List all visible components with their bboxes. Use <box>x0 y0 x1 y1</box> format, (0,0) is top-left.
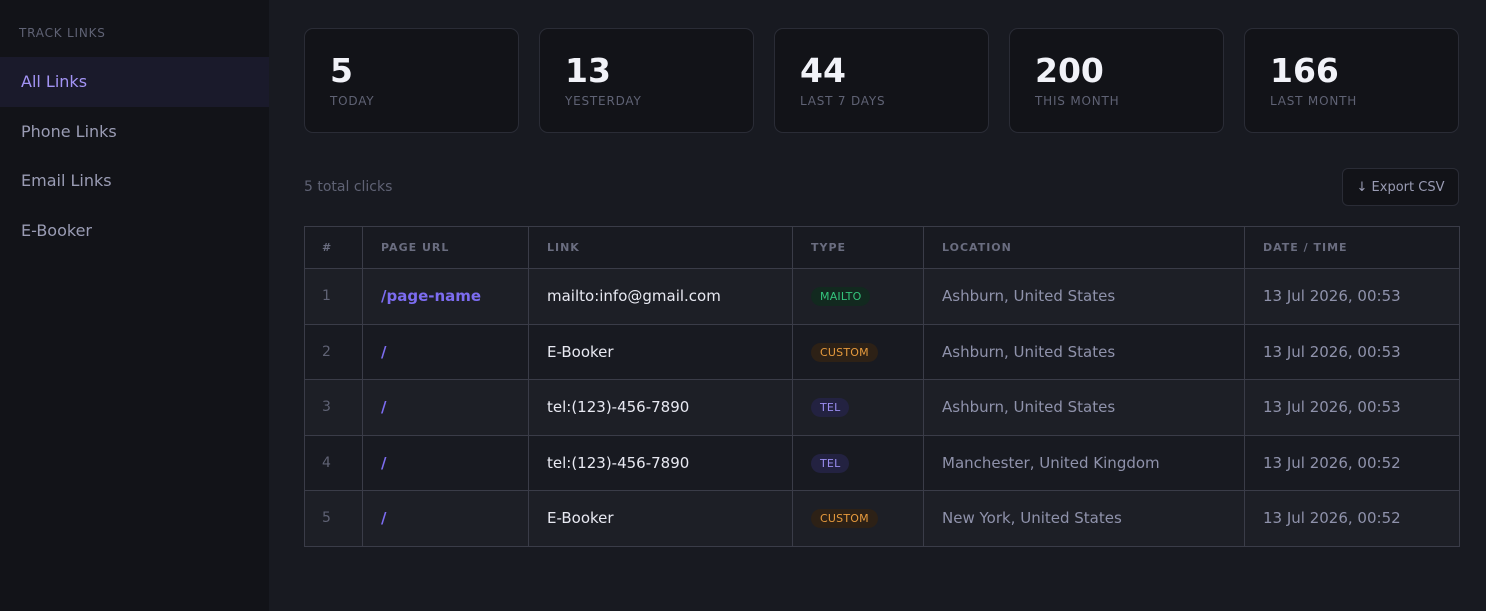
table-header-row: # PAGE URL LINK TYPE LOCATION DATE / TIM… <box>304 226 1460 269</box>
row-page-url[interactable]: / <box>362 490 529 547</box>
sidebar-item-phone-links[interactable]: Phone Links <box>0 107 269 157</box>
table-row: 3 / tel:(123)-456-7890 TEL Ashburn, Unit… <box>304 379 1460 436</box>
sidebar: TRACK LINKS All Links Phone Links Email … <box>0 0 269 611</box>
row-location: Ashburn, United States <box>923 268 1245 325</box>
row-location: New York, United States <box>923 490 1245 547</box>
stat-card-this-month: 200 THIS MONTH <box>1009 28 1224 133</box>
type-badge: MAILTO <box>811 287 871 307</box>
main-content: 5 TODAY 13 YESTERDAY 44 LAST 7 DAYS 200 … <box>269 0 1486 611</box>
row-location: Ashburn, United States <box>923 323 1245 380</box>
row-type-cell: TEL <box>792 379 924 436</box>
row-link: mailto:info@gmail.com <box>528 268 793 325</box>
type-badge: CUSTOM <box>811 509 878 529</box>
row-page-url[interactable]: / <box>362 323 529 380</box>
type-badge: TEL <box>811 398 850 418</box>
stat-value: 44 <box>800 51 846 90</box>
row-datetime: 13 Jul 2026, 00:52 <box>1244 434 1460 491</box>
col-header-page-url: PAGE URL <box>362 226 529 269</box>
row-link: E-Booker <box>528 323 793 380</box>
row-link: E-Booker <box>528 490 793 547</box>
type-badge: CUSTOM <box>811 342 878 362</box>
col-header-index: # <box>304 226 363 269</box>
total-clicks-text: 5 total clicks <box>304 179 393 195</box>
stat-value: 200 <box>1035 51 1104 90</box>
row-page-url[interactable]: / <box>362 434 529 491</box>
row-datetime: 13 Jul 2026, 00:53 <box>1244 268 1460 325</box>
table-row: 5 / E-Booker CUSTOM New York, United Sta… <box>304 490 1460 547</box>
sidebar-item-e-booker[interactable]: E-Booker <box>0 206 269 256</box>
row-page-url[interactable]: / <box>362 379 529 436</box>
stat-label: LAST MONTH <box>1270 94 1358 108</box>
stat-label: YESTERDAY <box>565 94 642 108</box>
table-row: 2 / E-Booker CUSTOM Ashburn, United Stat… <box>304 323 1460 380</box>
row-link: tel:(123)-456-7890 <box>528 379 793 436</box>
col-header-type: TYPE <box>792 226 924 269</box>
row-type-cell: TEL <box>792 434 924 491</box>
stat-value: 5 <box>330 51 353 90</box>
row-type-cell: CUSTOM <box>792 490 924 547</box>
stat-label: LAST 7 DAYS <box>800 94 886 108</box>
sidebar-item-email-links[interactable]: Email Links <box>0 156 269 206</box>
type-badge: TEL <box>811 453 850 473</box>
row-type-cell: CUSTOM <box>792 323 924 380</box>
stat-value: 166 <box>1270 51 1339 90</box>
row-link: tel:(123)-456-7890 <box>528 434 793 491</box>
col-header-link: LINK <box>528 226 793 269</box>
sidebar-heading: TRACK LINKS <box>19 26 106 40</box>
row-index: 5 <box>304 490 363 547</box>
stat-label: THIS MONTH <box>1035 94 1120 108</box>
clicks-table: # PAGE URL LINK TYPE LOCATION DATE / TIM… <box>304 226 1460 547</box>
stat-card-today: 5 TODAY <box>304 28 519 133</box>
col-header-datetime: DATE / TIME <box>1244 226 1460 269</box>
table-row: 1 /page-name mailto:info@gmail.com MAILT… <box>304 268 1460 325</box>
row-location: Manchester, United Kingdom <box>923 434 1245 491</box>
stat-card-last-month: 166 LAST MONTH <box>1244 28 1459 133</box>
row-type-cell: MAILTO <box>792 268 924 325</box>
sidebar-nav: All Links Phone Links Email Links E-Book… <box>0 57 269 255</box>
row-page-url[interactable]: /page-name <box>362 268 529 325</box>
table-row: 4 / tel:(123)-456-7890 TEL Manchester, U… <box>304 434 1460 491</box>
export-csv-button[interactable]: ↓ Export CSV <box>1342 168 1459 206</box>
app: TRACK LINKS All Links Phone Links Email … <box>0 0 1486 611</box>
row-index: 1 <box>304 268 363 325</box>
sidebar-item-all-links[interactable]: All Links <box>0 57 269 107</box>
row-index: 2 <box>304 323 363 380</box>
stat-value: 13 <box>565 51 611 90</box>
stat-label: TODAY <box>330 94 375 108</box>
stat-card-yesterday: 13 YESTERDAY <box>539 28 754 133</box>
row-datetime: 13 Jul 2026, 00:53 <box>1244 323 1460 380</box>
row-datetime: 13 Jul 2026, 00:52 <box>1244 490 1460 547</box>
row-index: 3 <box>304 379 363 436</box>
row-index: 4 <box>304 434 363 491</box>
col-header-location: LOCATION <box>923 226 1245 269</box>
row-datetime: 13 Jul 2026, 00:53 <box>1244 379 1460 436</box>
stat-card-last-7-days: 44 LAST 7 DAYS <box>774 28 989 133</box>
row-location: Ashburn, United States <box>923 379 1245 436</box>
